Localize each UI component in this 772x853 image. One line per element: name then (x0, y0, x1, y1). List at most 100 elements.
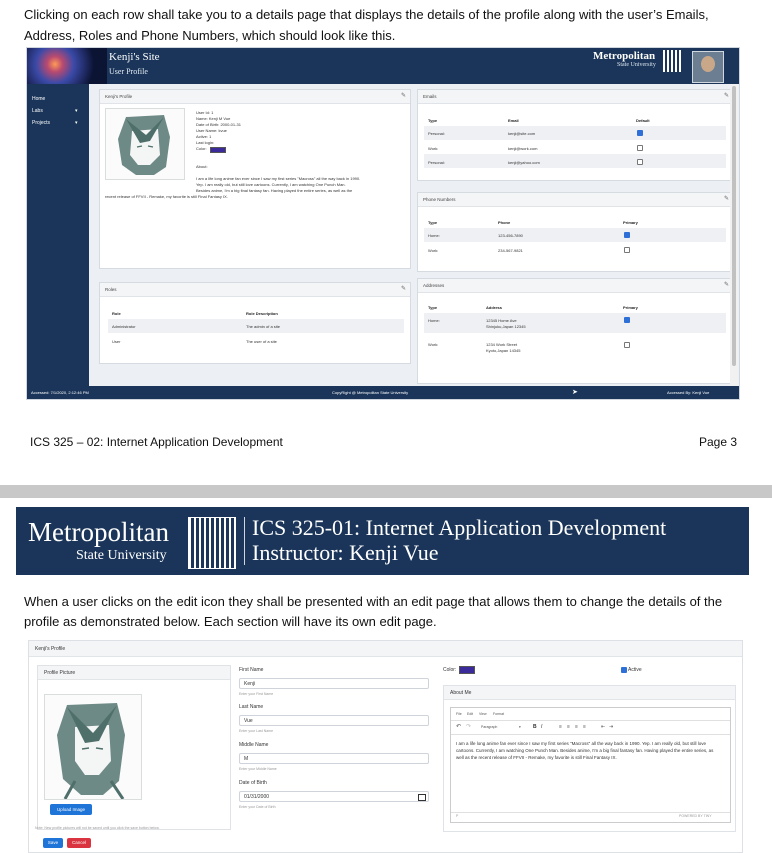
align-right-icon[interactable]: ≡ (575, 724, 578, 730)
color-label: Color: (443, 667, 457, 673)
role-name[interactable]: Administrator (112, 324, 136, 329)
chevron-down-icon: ▾ (519, 725, 521, 729)
calendar-icon[interactable] (418, 794, 426, 801)
scrollbar[interactable] (730, 84, 738, 386)
default-checkbox[interactable] (637, 159, 643, 165)
card-header (29, 641, 742, 657)
menu-edit[interactable]: Edit (467, 712, 473, 716)
last-name-label: Last Name (239, 704, 264, 710)
column-header: Type (428, 118, 438, 123)
phone-type: Home: (428, 233, 440, 238)
color-picker[interactable] (459, 666, 475, 674)
first-name-field[interactable]: Kenji (239, 678, 429, 689)
edit-icon[interactable]: ✎ (724, 279, 729, 292)
indent-icon[interactable]: ⇥ (609, 724, 613, 730)
about-text-line: I am a life long anime fan ever since I … (196, 176, 361, 181)
site-title[interactable]: Kenji's Site (109, 51, 160, 63)
column-header: Role Description (246, 311, 278, 316)
card-title: Addresses (423, 283, 445, 288)
table-row-stripe (424, 228, 726, 242)
card-header: Roles (100, 283, 410, 297)
divider (451, 812, 730, 813)
redo-icon[interactable]: ↷ (466, 723, 471, 730)
panel-header (444, 686, 735, 700)
email-type: Personal: (428, 160, 445, 165)
sidebar-item-home[interactable]: Home (32, 96, 45, 102)
sidebar-item-projects[interactable]: Projects (32, 120, 50, 126)
outdent-icon[interactable]: ⇤ (601, 724, 605, 730)
cancel-button[interactable]: Cancel (67, 838, 91, 848)
main-content: Kenji's Profile ✎ User Id: 1 Name: Kenji… (89, 84, 739, 386)
align-justify-icon[interactable]: ≡ (583, 724, 586, 730)
address-type: Work: (428, 342, 439, 347)
save-button[interactable]: Save (43, 838, 63, 848)
column-header: Default (636, 118, 650, 123)
page-footer-course: ICS 325 – 02: Internet Application Devel… (30, 435, 283, 449)
align-center-icon[interactable]: ≡ (567, 724, 570, 730)
italic-icon[interactable]: I (541, 724, 542, 730)
profile-detail: Active: 1 (196, 134, 212, 139)
card-header: Phone Numbers (418, 193, 733, 207)
column-header: Phone (498, 220, 511, 225)
accessed-time: Accessed: 7/1/2020, 2:12:46 PM (31, 390, 89, 395)
roles-card: Roles ✎ Role Role Description Administra… (99, 282, 411, 364)
rich-text-editor[interactable]: File Edit View Format ↶ ↷ Paragraph ▾ B … (450, 707, 731, 823)
undo-icon[interactable]: ↶ (456, 723, 461, 730)
primary-checkbox[interactable] (624, 232, 630, 238)
card-title: Phone Numbers (423, 197, 456, 202)
column-header: Primary (623, 220, 638, 225)
active-label: Active (628, 667, 642, 673)
middle-name-field[interactable]: M (239, 753, 429, 764)
default-checkbox[interactable] (637, 145, 643, 151)
email-value[interactable]: kenji@site.com (508, 131, 535, 136)
about-label: About: (196, 164, 208, 169)
email-value[interactable]: kenji@yahoo.com (508, 160, 540, 165)
phone-type: Work: (428, 248, 439, 253)
phone-value[interactable]: 123-456-7890 (498, 233, 523, 238)
edit-icon[interactable]: ✎ (724, 90, 729, 103)
edit-icon[interactable]: ✎ (401, 90, 406, 103)
last-name-hint: Enter your Last Name (239, 729, 274, 733)
primary-checkbox[interactable] (624, 247, 630, 253)
about-text-line: recent release of FFVII - Remake, my fav… (105, 194, 228, 199)
about-text-line: Besides anime, I'm a big final fantasy f… (196, 188, 353, 193)
primary-checkbox[interactable] (624, 317, 630, 323)
addresses-card: Addresses ✎ Type Address Primary Home: 1… (417, 278, 734, 384)
anime-portrait-icon (118, 115, 170, 175)
avatar[interactable] (692, 51, 724, 83)
role-name[interactable]: User (112, 339, 120, 344)
dob-field[interactable]: 01/31/2000 (239, 791, 429, 802)
address-line[interactable]: Shinjuku,Japan 12345 (486, 324, 526, 329)
table-row-stripe (424, 154, 726, 168)
address-line[interactable]: 12345 Home Ave (486, 318, 517, 323)
menu-view[interactable]: View (479, 712, 487, 716)
bold-icon[interactable]: B (533, 724, 537, 730)
last-name-field[interactable]: Vue (239, 715, 429, 726)
about-text[interactable]: I am a life long anime fan ever since I … (456, 740, 722, 761)
phone-value[interactable]: 234-567-9821 (498, 248, 523, 253)
table-row-stripe (424, 313, 726, 333)
email-value[interactable]: kenji@work.com (508, 146, 537, 151)
default-checkbox[interactable] (637, 130, 643, 136)
address-line[interactable]: 1234 Work Street (486, 342, 517, 347)
profile-picture (105, 108, 185, 180)
edit-icon[interactable]: ✎ (401, 283, 406, 296)
profile-detail: Date of Birth: 2000-01-31 (196, 122, 241, 127)
column-header: Type (428, 220, 438, 225)
edit-icon[interactable]: ✎ (724, 193, 729, 206)
chevron-down-icon: ▾ (75, 120, 78, 126)
metro-logo-text: Metropolitan (593, 50, 656, 62)
menu-format[interactable]: Format (493, 712, 504, 716)
primary-checkbox[interactable] (624, 342, 630, 348)
active-checkbox[interactable] (621, 667, 627, 673)
divider (451, 734, 730, 735)
paragraph-select[interactable]: Paragraph (481, 725, 497, 729)
address-line[interactable]: Kyoto,Japan 14345 (486, 348, 520, 353)
align-left-icon[interactable]: ≡ (559, 724, 562, 730)
menu-file[interactable]: File (456, 712, 462, 716)
profile-picture-panel: Profile Picture Upload Image (37, 665, 231, 830)
upload-image-button[interactable]: Upload Image (50, 804, 92, 815)
edit-profile-screenshot: Kenji's Profile Profile Picture Upload I… (28, 640, 743, 853)
sidebar-item-labs[interactable]: Labs (32, 108, 43, 114)
card-title: Kenji's Profile (35, 646, 66, 652)
